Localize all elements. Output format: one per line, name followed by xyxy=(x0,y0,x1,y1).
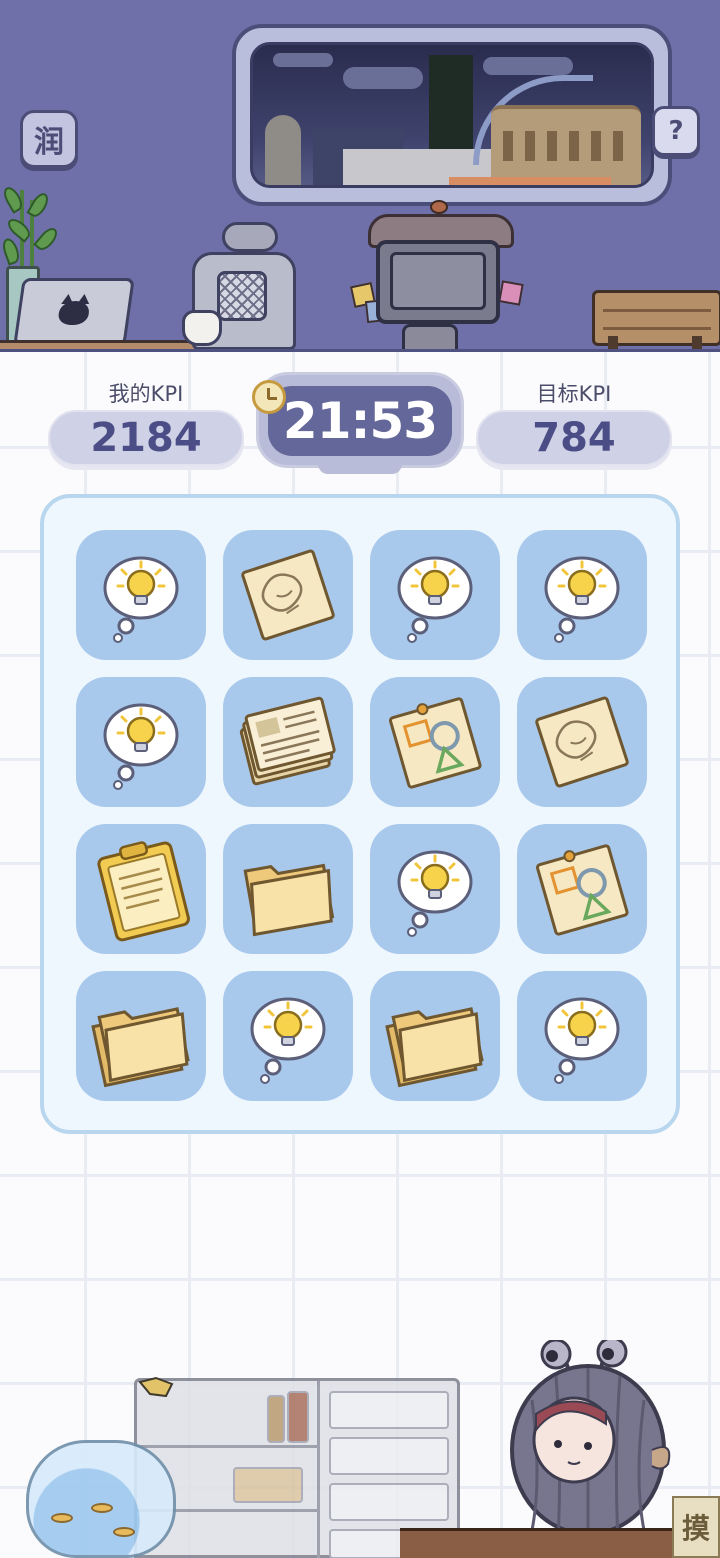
computer-monitor xyxy=(376,240,500,324)
shapes-paper-icon xyxy=(535,844,629,936)
hanging-lamp-icon xyxy=(138,1376,174,1398)
night-city-view xyxy=(250,42,654,188)
target-kpi-value: 784 xyxy=(476,410,672,466)
tile-board xyxy=(40,494,680,1134)
lightbulb-thought-icon xyxy=(544,556,620,643)
monitor-stand xyxy=(402,324,458,349)
board-tile[interactable] xyxy=(370,677,500,807)
timer-tab xyxy=(318,462,402,474)
run-button[interactable]: 润 xyxy=(20,110,78,168)
monitor-antenna-ball xyxy=(430,200,448,214)
board-tile[interactable] xyxy=(370,530,500,660)
lightbulb-thought-icon xyxy=(397,556,473,643)
clipboard-icon xyxy=(97,841,190,942)
slack-off-stamp[interactable]: 摸 xyxy=(672,1496,720,1558)
board-tile[interactable] xyxy=(76,677,206,807)
lightbulb-thought-icon xyxy=(397,850,473,937)
goldfish-icon xyxy=(51,1513,73,1523)
city-window xyxy=(232,24,672,206)
lightbulb-thought-icon xyxy=(250,997,326,1084)
sketch-paper-icon xyxy=(535,696,629,788)
folder-stack-icon xyxy=(91,1007,190,1088)
board-tile[interactable] xyxy=(517,530,647,660)
cat-sticker-icon xyxy=(57,301,91,325)
sketch-paper-icon xyxy=(241,549,335,641)
shapes-paper-icon xyxy=(388,697,482,789)
goldfish-icon xyxy=(113,1527,135,1537)
board-tile[interactable] xyxy=(223,824,353,954)
lightbulb-thought-icon xyxy=(103,556,179,643)
document-stack-icon xyxy=(239,696,336,786)
chair-headrest xyxy=(222,222,278,252)
board-tile[interactable] xyxy=(76,824,206,954)
folder-icon xyxy=(243,863,335,937)
board-tile[interactable] xyxy=(517,677,647,807)
my-kpi-label: 我的KPI xyxy=(108,382,184,406)
fishbowl xyxy=(26,1440,176,1558)
my-kpi-value: 2184 xyxy=(48,410,244,466)
board-tile[interactable] xyxy=(76,971,206,1101)
board-tile[interactable] xyxy=(223,677,353,807)
board-tile[interactable] xyxy=(223,530,353,660)
target-kpi-label: 目标KPI xyxy=(536,382,612,406)
board-tile[interactable] xyxy=(76,530,206,660)
laptop xyxy=(13,278,135,346)
goldfish-icon xyxy=(91,1503,113,1513)
lightbulb-thought-icon xyxy=(544,997,620,1084)
board-tile[interactable] xyxy=(370,824,500,954)
board-tile[interactable] xyxy=(370,971,500,1101)
snail-girl-character xyxy=(510,1340,671,1541)
office-scene: 润 ? xyxy=(0,0,720,352)
folder-stack-icon xyxy=(385,1007,484,1088)
sticky-note xyxy=(498,280,524,306)
help-button[interactable]: ? xyxy=(652,106,700,156)
lightbulb-thought-icon xyxy=(103,703,179,790)
countdown-timer: 21:53 xyxy=(268,386,452,456)
board-tile[interactable] xyxy=(517,971,647,1101)
teapot xyxy=(182,310,222,346)
board-tile[interactable] xyxy=(517,824,647,954)
clock-icon xyxy=(252,380,286,414)
board-tile[interactable] xyxy=(223,971,353,1101)
